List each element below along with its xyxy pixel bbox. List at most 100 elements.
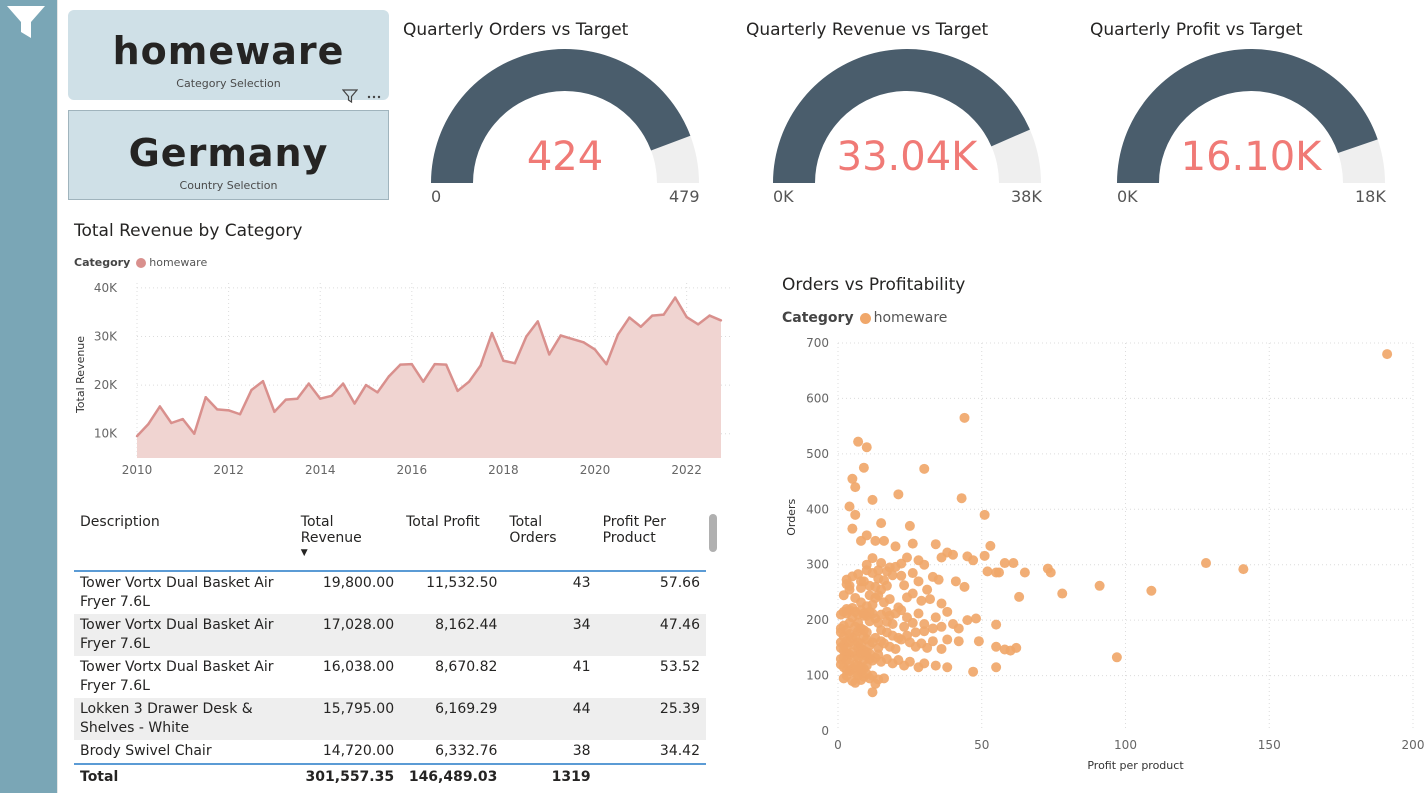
scatter-point[interactable]	[856, 582, 866, 593]
scatter-point[interactable]	[902, 612, 912, 623]
scatter-point[interactable]	[930, 660, 941, 671]
scatter-point[interactable]	[956, 493, 967, 504]
data-point[interactable]	[502, 359, 505, 362]
data-point[interactable]	[330, 394, 333, 397]
table-row[interactable]: Lokken 3 Drawer Desk & Shelves - White 1…	[74, 698, 706, 740]
data-point[interactable]	[593, 348, 597, 351]
scatter-point[interactable]	[919, 559, 930, 570]
scatter-point[interactable]	[968, 555, 979, 566]
scatter-point[interactable]	[902, 552, 912, 563]
scatter-point[interactable]	[861, 627, 872, 638]
data-point[interactable]	[181, 417, 185, 421]
scatter-point[interactable]	[950, 576, 961, 587]
data-point[interactable]	[559, 334, 562, 337]
data-point[interactable]	[479, 364, 482, 367]
scatter-point[interactable]	[907, 538, 918, 549]
data-point[interactable]	[696, 323, 700, 326]
table-row[interactable]: Brody Swivel Chair 14,720.00 6,332.76 38…	[74, 740, 706, 764]
scatter-point[interactable]	[881, 580, 892, 591]
data-point[interactable]	[605, 362, 608, 366]
data-point[interactable]	[364, 383, 368, 387]
scatter-point[interactable]	[962, 615, 973, 626]
scatter-point[interactable]	[850, 509, 861, 520]
scatter-point[interactable]	[844, 501, 855, 512]
data-point[interactable]	[193, 432, 196, 435]
scatter-point[interactable]	[919, 658, 930, 669]
orders-profitability-scatter[interactable]: 0 100 200 300 400 500 600 700 0 50 100 150 200 Profit…	[775, 330, 1425, 780]
scatter-point[interactable]	[979, 509, 990, 520]
data-point[interactable]	[433, 362, 436, 366]
scatter-point[interactable]	[884, 594, 895, 605]
revenue-area-chart[interactable]: 10K 20K 30K 40K 2010 2012 2014 2016 2018 2020 2022…	[70, 275, 735, 485]
scatter-point[interactable]	[994, 567, 1004, 578]
scatter-point[interactable]	[881, 566, 892, 577]
scatter-point[interactable]	[879, 673, 889, 684]
scatter-point[interactable]	[853, 436, 864, 447]
scatter-point[interactable]	[1011, 642, 1022, 653]
data-point[interactable]	[422, 380, 425, 383]
data-point[interactable]	[399, 363, 402, 366]
scatter-point[interactable]	[985, 540, 996, 551]
scatter-point[interactable]	[1057, 588, 1068, 599]
data-point[interactable]	[250, 388, 253, 392]
scatter-point[interactable]	[864, 648, 875, 659]
scatter-point[interactable]	[1146, 585, 1157, 596]
data-point[interactable]	[628, 316, 631, 319]
data-point[interactable]	[673, 296, 677, 299]
data-point[interactable]	[319, 397, 322, 400]
scatter-point[interactable]	[904, 656, 915, 667]
scatter-point[interactable]	[942, 606, 953, 617]
scatter-point[interactable]	[1045, 567, 1056, 578]
scatter-point[interactable]	[870, 592, 881, 603]
data-point[interactable]	[410, 362, 414, 366]
scatter-point[interactable]	[922, 584, 933, 595]
scatter-point[interactable]	[942, 662, 953, 673]
data-point[interactable]	[467, 380, 471, 383]
legend-item[interactable]: homeware	[874, 310, 948, 326]
scatter-point[interactable]	[1238, 564, 1249, 575]
scatter-point[interactable]	[876, 518, 887, 529]
scatter-point[interactable]	[856, 675, 866, 686]
scatter-point[interactable]	[867, 687, 878, 698]
scatter-point[interactable]	[873, 565, 884, 576]
scatter-point[interactable]	[979, 550, 990, 561]
scatter-point[interactable]	[867, 608, 878, 619]
scatter-point[interactable]	[899, 580, 910, 591]
scatter-point[interactable]	[861, 660, 872, 671]
col-profit-per-product[interactable]: Profit Per Product	[596, 510, 706, 572]
scatter-point[interactable]	[858, 462, 869, 473]
data-point[interactable]	[261, 379, 265, 383]
scatter-point[interactable]	[1014, 591, 1025, 602]
data-point[interactable]	[135, 434, 139, 438]
data-point[interactable]	[651, 314, 654, 317]
scatter-point[interactable]	[850, 482, 861, 493]
scatter-point[interactable]	[867, 553, 878, 564]
data-point[interactable]	[513, 362, 517, 365]
scatter-point[interactable]	[948, 549, 958, 560]
data-point[interactable]	[490, 331, 494, 335]
scatter-point[interactable]	[896, 570, 907, 581]
data-point[interactable]	[296, 397, 299, 400]
data-point[interactable]	[570, 337, 574, 341]
scatter-point[interactable]	[959, 581, 970, 592]
data-point[interactable]	[387, 375, 391, 378]
scatter-point[interactable]	[927, 636, 938, 647]
legend-item[interactable]: homeware	[149, 256, 207, 269]
scatter-point[interactable]	[936, 621, 947, 632]
scatter-point[interactable]	[933, 574, 944, 585]
table-row[interactable]: Tower Vortx Dual Basket Air Fryer 7.6L 1…	[74, 614, 706, 656]
data-point[interactable]	[456, 389, 459, 393]
col-description[interactable]: Description	[74, 510, 295, 572]
scatter-point[interactable]	[925, 594, 935, 605]
data-point[interactable]	[341, 382, 345, 385]
scatter-point[interactable]	[899, 621, 910, 632]
scatter-point[interactable]	[927, 623, 938, 634]
scatter-point[interactable]	[1111, 652, 1122, 663]
data-point[interactable]	[639, 325, 643, 328]
scatter-point[interactable]	[913, 576, 924, 587]
country-slicer-card[interactable]: Germany Country Selection	[68, 110, 389, 200]
scatter-point[interactable]	[867, 494, 878, 505]
data-point[interactable]	[170, 421, 173, 425]
data-point[interactable]	[616, 333, 620, 336]
data-point[interactable]	[719, 319, 723, 322]
